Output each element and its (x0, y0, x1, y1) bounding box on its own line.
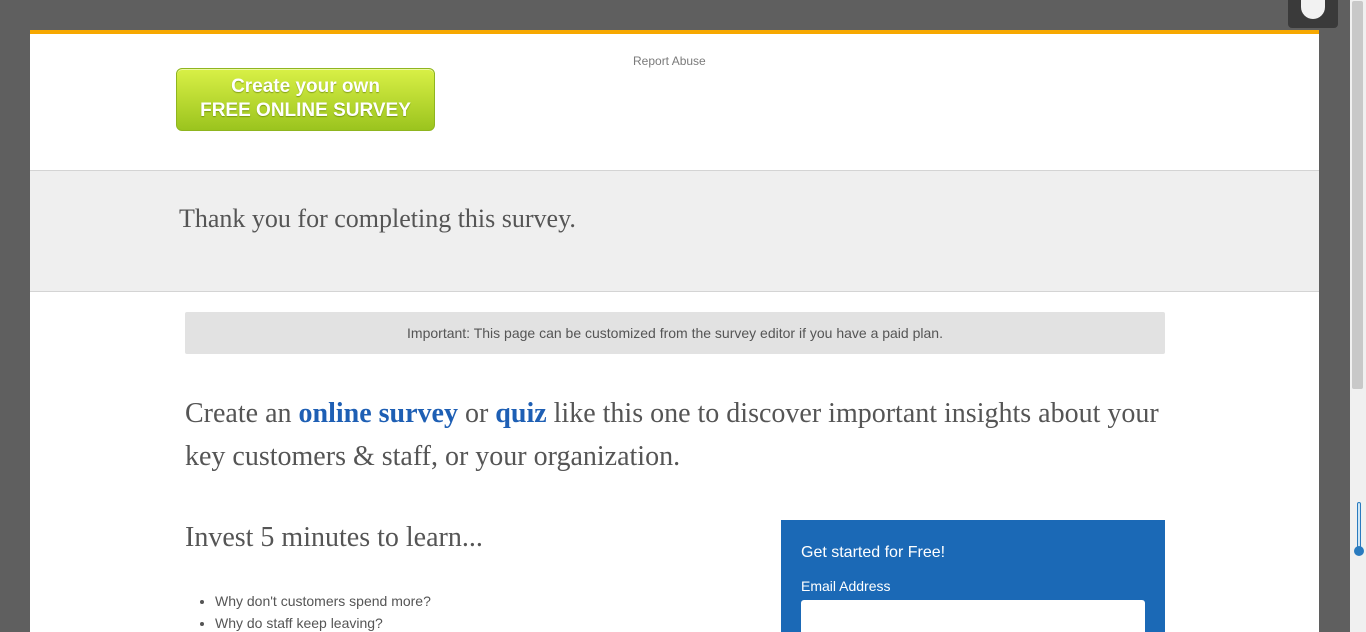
page-header: Create your own FREE ONLINE SURVEY Repor… (30, 34, 1319, 170)
thank-you-band: Thank you for completing this survey. (30, 170, 1319, 292)
email-label: Email Address (801, 578, 891, 594)
benefit-list: Why don't customers spend more? Why do s… (185, 590, 431, 632)
survey-page: Create your own FREE ONLINE SURVEY Repor… (30, 30, 1319, 632)
invest-heading: Invest 5 minutes to learn... (185, 522, 483, 553)
headline-text-1: Create an (185, 398, 299, 429)
cta-line-1: Create your own (231, 76, 380, 97)
email-field[interactable] (801, 600, 1145, 632)
thermometer-stem (1357, 502, 1361, 550)
thank-you-message: Thank you for completing this survey. (179, 204, 576, 233)
scrollbar-thumb[interactable] (1352, 1, 1363, 389)
browser-corner-tab[interactable] (1288, 0, 1338, 28)
thermometer-icon (1353, 502, 1365, 558)
quiz-link[interactable]: quiz (495, 398, 546, 429)
create-free-survey-button[interactable]: Create your own FREE ONLINE SURVEY (176, 68, 435, 131)
tab-knob-icon (1301, 0, 1325, 19)
headline-text-2: or (457, 398, 496, 429)
list-item: Why don't customers spend more? (215, 590, 431, 612)
report-abuse-link[interactable]: Report Abuse (633, 54, 706, 68)
signup-title: Get started for Free! (801, 544, 946, 561)
cta-line-2: FREE ONLINE SURVEY (200, 100, 411, 121)
paid-plan-notice: Important: This page can be customized f… (185, 312, 1165, 354)
online-survey-link[interactable]: online survey (299, 398, 458, 429)
thermometer-bulb (1354, 546, 1364, 556)
signup-panel: Get started for Free! Email Address (781, 520, 1165, 632)
promo-headline: Create an online survey or quiz like thi… (185, 392, 1165, 478)
list-item: Why do staff keep leaving? (215, 612, 431, 632)
